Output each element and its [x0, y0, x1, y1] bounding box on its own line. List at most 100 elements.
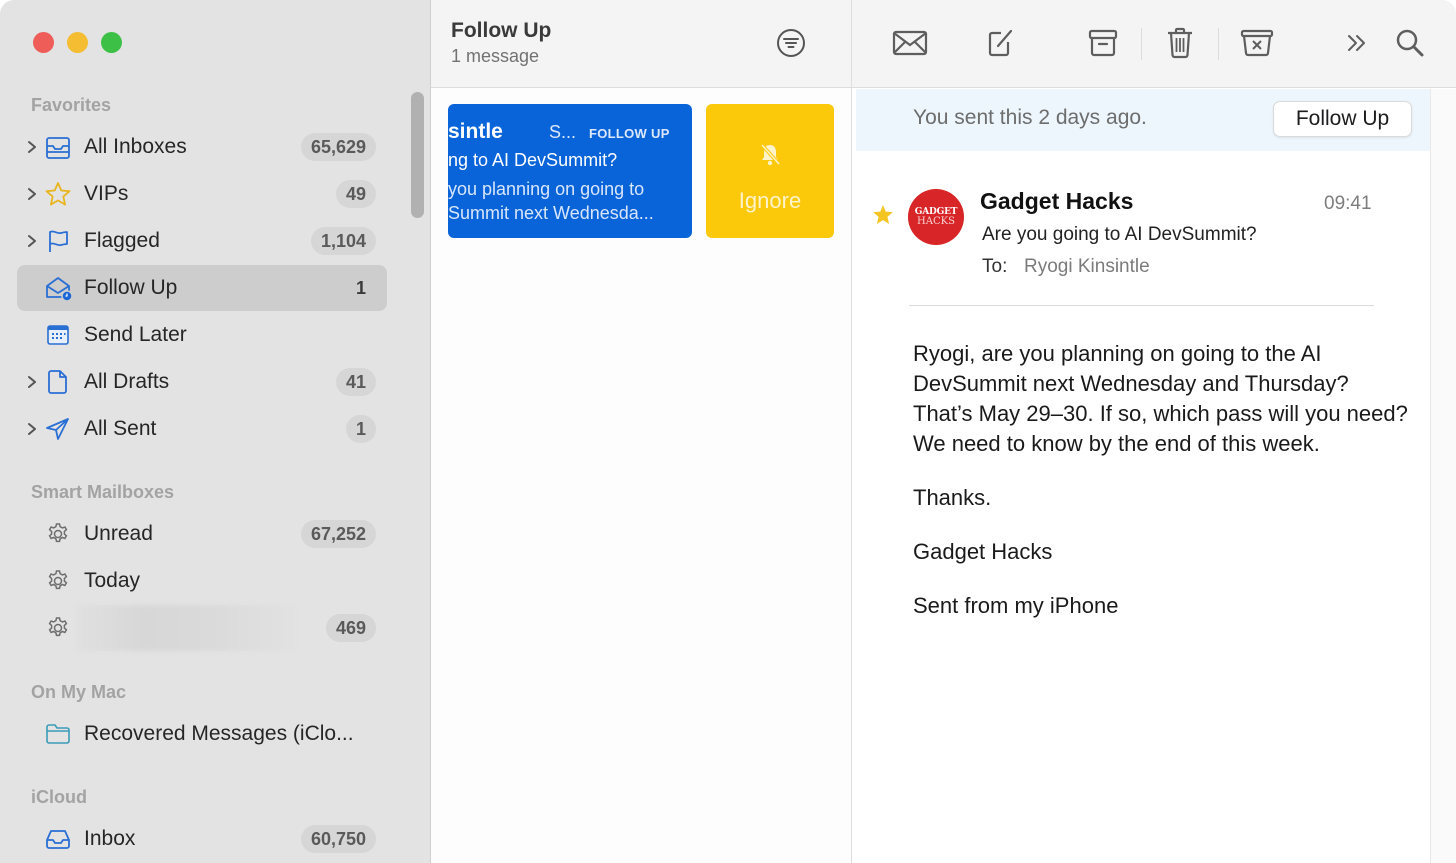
follow-up-banner-text: You sent this 2 days ago.: [913, 106, 1147, 129]
sidebar-item-all-drafts[interactable]: All Drafts 41: [17, 359, 387, 405]
sidebar-item-label: VIPs: [84, 182, 129, 205]
sidebar-item-label: Today: [84, 569, 141, 592]
toolbar: [852, 0, 1456, 88]
message-sender-suffix: S...: [549, 122, 577, 142]
message-subject: Are you going to AI DevSummit?: [982, 224, 1257, 245]
minimize-window-button[interactable]: [67, 32, 88, 53]
section-smart-mailboxes: Smart Mailboxes: [31, 482, 175, 502]
trash-icon: [1168, 27, 1192, 59]
more-toolbar-button[interactable]: [1337, 24, 1377, 62]
search-button[interactable]: [1390, 24, 1430, 62]
sidebar-item-send-later[interactable]: Send Later: [17, 312, 387, 358]
envelope-icon: [892, 30, 928, 56]
gear-icon: [48, 570, 68, 590]
inbox-tray-icon: [46, 830, 70, 849]
vip-star-icon: [873, 205, 893, 224]
sidebar-item-label: Follow Up: [84, 276, 178, 299]
toolbar-separator: [1218, 28, 1219, 60]
sidebar-item-label: Recovered Messages (iClo...: [84, 722, 354, 745]
sidebar-item-label: Send Later: [84, 323, 187, 346]
compose-button[interactable]: [980, 24, 1020, 62]
to-label: To:: [982, 256, 1008, 277]
section-icloud: iCloud: [31, 787, 87, 807]
get-mail-button[interactable]: [890, 24, 930, 62]
sidebar-item-all-inboxes[interactable]: All Inboxes 65,629: [17, 124, 387, 170]
message-list-item[interactable]: sintle S... FOLLOW UP ng to AI DevSummit…: [448, 104, 692, 238]
tray-stack-icon: [46, 137, 70, 159]
junk-icon: [1240, 29, 1274, 57]
sender-name[interactable]: Gadget Hacks: [980, 188, 1133, 215]
flag-icon: [49, 230, 68, 252]
sidebar-item-label: All Drafts: [84, 370, 170, 393]
unread-count-badge: 1,104: [310, 227, 376, 255]
sidebar-item-all-sent[interactable]: All Sent 1: [17, 406, 387, 452]
sidebar-item-label: All Inboxes: [84, 135, 187, 158]
sidebar-item-label: Inbox: [84, 827, 136, 850]
ignore-swipe-button[interactable]: Ignore: [706, 104, 834, 238]
search-icon: [1396, 29, 1424, 57]
redacted-label: [77, 605, 299, 651]
chevron-right-icon[interactable]: [25, 419, 39, 439]
body-paragraph: Sent from my iPhone: [913, 593, 1119, 618]
sender-avatar: GADGET HACKS: [908, 189, 964, 245]
message-preview-line: Summit next Wednesda...: [448, 203, 654, 223]
archive-button[interactable]: [1083, 24, 1123, 62]
unread-count-badge: 65,629: [300, 133, 376, 161]
sidebar-item-label: Unread: [84, 522, 153, 545]
sidebar-scrollbar[interactable]: [411, 92, 424, 218]
message-preview-line: you planning on going to: [448, 179, 645, 199]
ignore-label: Ignore: [738, 188, 802, 213]
follow-up-banner: You sent this 2 days ago. Follow Up: [856, 89, 1430, 151]
window-controls: [33, 32, 122, 53]
body-paragraph: Gadget Hacks: [913, 539, 1053, 564]
chevron-right-icon[interactable]: [25, 372, 39, 392]
sidebar-item-follow-up[interactable]: Follow Up 1: [17, 265, 387, 311]
unread-count-badge: 60,750: [300, 825, 376, 853]
unread-count-badge: 41: [335, 368, 376, 396]
envelope-clock-icon: [46, 277, 72, 301]
gear-icon: [48, 617, 68, 637]
zoom-window-button[interactable]: [101, 32, 122, 53]
chevron-right-icon[interactable]: [25, 184, 39, 204]
message-sender: sintle: [448, 120, 503, 143]
toolbar-separator: [1141, 28, 1142, 60]
sidebar-item-unread[interactable]: Unread 67,252: [17, 511, 387, 557]
unread-count-badge: 1: [345, 415, 376, 443]
message-viewer: You sent this 2 days ago. Follow Up GADG…: [852, 0, 1456, 863]
chevron-right-icon[interactable]: [25, 137, 39, 157]
delete-button[interactable]: [1160, 24, 1200, 62]
body-paragraph: Ryogi, are you planning on going to the …: [913, 341, 1408, 456]
sidebar-item-flagged[interactable]: Flagged 1,104: [17, 218, 387, 264]
viewer-scrollbar-track[interactable]: [1430, 89, 1456, 863]
sidebar-item-vips[interactable]: VIPs 49: [17, 171, 387, 217]
message-body: Ryogi, are you planning on going to the …: [913, 339, 1413, 645]
message-list-pane: Follow Up 1 message sintle S... FOLLOW U…: [431, 0, 852, 863]
sidebar-item-label: All Sent: [84, 417, 157, 440]
unread-count-badge: 469: [325, 614, 376, 642]
sidebar-item-label: Flagged: [84, 229, 160, 252]
close-window-button[interactable]: [33, 32, 54, 53]
gear-icon: [48, 523, 68, 543]
junk-button[interactable]: [1237, 24, 1277, 62]
header-divider: [909, 305, 1374, 306]
recipient-name[interactable]: Ryogi Kinsintle: [1024, 256, 1150, 278]
sidebar-item-icloud-inbox[interactable]: Inbox 60,750: [17, 816, 387, 862]
avatar-text-line: HACKS: [917, 216, 955, 227]
body-paragraph: Thanks.: [913, 485, 992, 510]
message-list-header: Follow Up 1 message: [431, 0, 851, 88]
mail-window: Favorites All Inboxes 65,629 VIPs 49 Fla…: [0, 0, 1456, 863]
sidebar-item-redacted-mailbox[interactable]: 469: [17, 605, 387, 651]
message-time: 09:41: [1324, 193, 1372, 214]
star-icon: [45, 182, 71, 206]
chevron-right-icon[interactable]: [25, 231, 39, 251]
filter-icon[interactable]: [776, 28, 806, 58]
archive-icon: [1088, 29, 1118, 57]
sidebar-item-recovered-messages[interactable]: Recovered Messages (iClo...: [17, 711, 387, 757]
folder-icon: [46, 724, 70, 744]
message-subject: ng to AI DevSummit?: [448, 150, 618, 170]
message-count: 1 message: [451, 46, 540, 66]
bell-slash-icon: [760, 143, 781, 166]
follow-up-button[interactable]: Follow Up: [1273, 101, 1412, 137]
paper-plane-icon: [46, 418, 69, 440]
sidebar-item-today[interactable]: Today: [17, 558, 387, 604]
